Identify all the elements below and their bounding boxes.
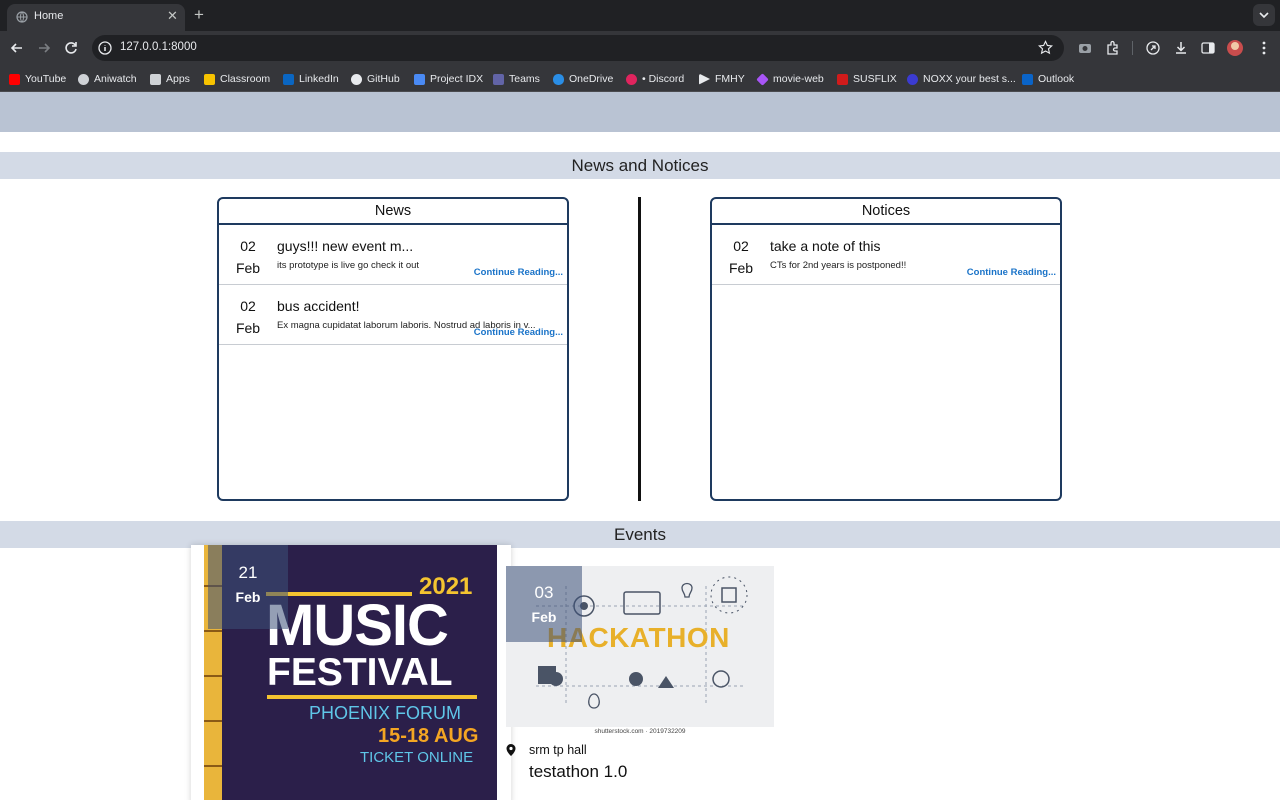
bookmark-noxx[interactable]: NOXX your best s... [907, 72, 1016, 86]
bookmark-linkedin[interactable]: LinkedIn [283, 72, 339, 86]
news-item-title: guys!!! new event m... [277, 238, 414, 254]
notices-panel-title: Notices [712, 199, 1060, 225]
location-pin-icon [506, 744, 516, 756]
youtube-icon [9, 73, 20, 85]
linkedin-icon [283, 73, 294, 85]
notice-item-month: Feb [728, 260, 754, 276]
bookmark-project-idx[interactable]: Project IDX [414, 72, 483, 86]
apps-icon [150, 73, 161, 85]
discord-icon [626, 73, 637, 85]
new-tab-icon[interactable]: + [194, 5, 204, 25]
event-card[interactable]: 2021 MUSIC FESTIVAL PHOENIX FORUM 15-18 … [191, 545, 511, 800]
event-month: Feb [235, 589, 261, 605]
browser-toolbar: 127.0.0.1:8000 [0, 31, 1280, 65]
news-item-day: 02 [240, 298, 256, 314]
url-text[interactable]: 127.0.0.1:8000 [120, 41, 197, 53]
noxx-icon [907, 73, 918, 85]
news-notices-heading: News and Notices [0, 152, 1280, 179]
bookmark-outlook[interactable]: Outlook [1022, 72, 1074, 86]
event-poster-image: 2021 MUSIC FESTIVAL PHOENIX FORUM 15-18 … [204, 545, 497, 800]
classroom-icon [204, 73, 215, 85]
forward-arrow-icon[interactable] [36, 40, 52, 56]
site-navbar [0, 92, 1280, 132]
chevron-down-icon [1259, 12, 1269, 19]
globe-icon [16, 11, 28, 23]
news-item-day: 02 [240, 238, 256, 254]
susflix-icon [837, 73, 848, 85]
download-icon[interactable] [1173, 40, 1189, 56]
continue-reading-link[interactable]: Continue Reading... [474, 267, 563, 278]
poster-ticket: TICKET ONLINE [360, 749, 474, 766]
toolbar-separator [1132, 41, 1133, 55]
reload-icon[interactable] [63, 40, 79, 56]
bookmark-fmhy[interactable]: FMHY [699, 72, 745, 86]
news-item-title: bus accident! [277, 298, 360, 314]
notice-item-day: 02 [733, 238, 749, 254]
event-image-hackathon[interactable]: HACKATHON 03 Feb [506, 566, 774, 727]
tab-search-button[interactable] [1253, 4, 1275, 26]
sync-icon[interactable] [1145, 40, 1161, 56]
tab-strip: Home ✕ + [0, 0, 1280, 31]
notices-panel: Notices 02 Feb take a note of this CTs f… [710, 197, 1062, 501]
panel-divider [638, 197, 641, 501]
event-month: Feb [531, 609, 557, 625]
bookmarks-bar: YouTube Aniwatch Apps Classroom LinkedIn… [0, 65, 1280, 92]
event-location: srm tp hall [529, 743, 587, 757]
tab-title: Home [34, 10, 64, 22]
event-day: 21 [238, 563, 258, 582]
outlook-icon [1022, 73, 1033, 85]
teams-icon [493, 73, 504, 85]
poster-venue: PHOENIX FORUM [309, 703, 462, 723]
aniwatch-icon [78, 73, 89, 85]
events-heading: Events [0, 521, 1280, 548]
news-item: 02 Feb guys!!! new event m... its protot… [219, 225, 567, 285]
continue-reading-link[interactable]: Continue Reading... [474, 327, 563, 338]
event-day: 03 [534, 583, 554, 602]
site-info-icon[interactable] [98, 41, 112, 55]
bookmark-youtube[interactable]: YouTube [9, 72, 66, 86]
news-item-month: Feb [235, 320, 261, 336]
poster-line1: MUSIC [266, 593, 449, 658]
event-name[interactable]: testathon 1.0 [529, 762, 627, 782]
side-panel-icon[interactable] [1200, 40, 1216, 56]
image-credit: shutterstock.com · 2019732209 [594, 728, 686, 735]
bookmark-classroom[interactable]: Classroom [204, 72, 270, 86]
page-content: News and Notices News 02 Feb guys!!! new… [0, 92, 1280, 800]
bookmark-susflix[interactable]: SUSFLIX [837, 72, 897, 86]
bookmark-aniwatch[interactable]: Aniwatch [78, 72, 137, 86]
active-tab[interactable]: Home ✕ [7, 4, 185, 31]
bookmark-github[interactable]: GitHub [351, 72, 400, 86]
poster-rule [267, 695, 477, 699]
notice-item-title: take a note of this [770, 238, 881, 254]
bookmark-onedrive[interactable]: OneDrive [553, 72, 613, 86]
bookmark-movie-web[interactable]: movie-web [756, 72, 824, 86]
address-bar[interactable]: 127.0.0.1:8000 [92, 35, 1064, 61]
bookmark-discord[interactable]: • Discord [626, 72, 684, 86]
news-panel-title: News [219, 199, 567, 225]
fmhy-icon [699, 73, 710, 85]
bookmark-star-icon[interactable] [1038, 40, 1053, 55]
extensions-icon[interactable] [1105, 40, 1121, 56]
more-menu-icon[interactable] [1256, 40, 1272, 56]
event-date-badge: 03 Feb [506, 566, 582, 642]
event-date-badge: 21 Feb [208, 545, 288, 629]
continue-reading-link[interactable]: Continue Reading... [967, 267, 1056, 278]
back-arrow-icon[interactable] [9, 40, 25, 56]
notice-item: 02 Feb take a note of this CTs for 2nd y… [712, 225, 1060, 285]
project-idx-icon [414, 73, 425, 85]
github-icon [351, 73, 362, 85]
news-panel: News 02 Feb guys!!! new event m... its p… [217, 197, 569, 501]
news-item-month: Feb [235, 260, 261, 276]
profile-avatar[interactable] [1227, 40, 1243, 56]
close-tab-icon[interactable]: ✕ [167, 8, 178, 24]
poster-dates: 15-18 AUG [378, 725, 479, 747]
bookmark-teams[interactable]: Teams [493, 72, 540, 86]
onedrive-icon [553, 73, 564, 85]
bookmark-apps[interactable]: Apps [150, 72, 190, 86]
poster-line2: FESTIVAL [267, 651, 453, 694]
camera-icon[interactable] [1077, 40, 1093, 56]
news-item: 02 Feb bus accident! Ex magna cupidatat … [219, 285, 567, 345]
movie-web-icon [756, 72, 769, 86]
